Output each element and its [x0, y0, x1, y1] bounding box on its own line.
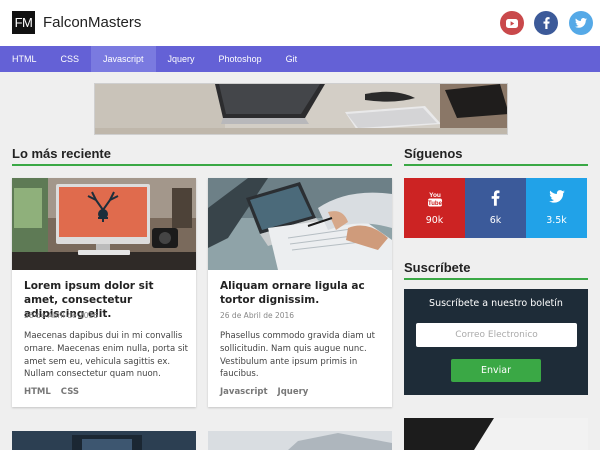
post-tag[interactable]: Javascript [220, 387, 268, 397]
nav-item-html[interactable]: HTML [0, 46, 49, 72]
follow-section-divider [404, 164, 588, 166]
logo-mark: FM [12, 11, 35, 34]
post-card[interactable]: Aliquam ornare ligula ac tortor dignissi… [208, 178, 392, 407]
site-logo[interactable]: FM FalconMasters [12, 11, 141, 34]
newsletter-box: Suscríbete a nuestro boletín Enviar [404, 289, 588, 395]
latest-section-divider [12, 164, 392, 166]
twitter-icon [526, 190, 587, 203]
post-tag[interactable]: CSS [61, 387, 79, 397]
follow-section-title: Síguenos [404, 146, 463, 161]
post-image[interactable] [12, 178, 196, 270]
post-card-partial[interactable] [12, 431, 196, 450]
post-card[interactable]: Lorem ipsum dolor sit amet, consectetur … [12, 178, 196, 407]
svg-text:Tube: Tube [428, 201, 443, 207]
nav-item-javascript[interactable]: Javascript [91, 46, 156, 72]
subscribe-section-divider [404, 278, 588, 280]
post-title[interactable]: Aliquam ornare ligula ac tortor dignissi… [220, 279, 382, 307]
post-date: 26 de Abril de 2016 [24, 311, 99, 320]
nav-item-photoshop[interactable]: Photoshop [207, 46, 274, 72]
header-twitter-icon[interactable] [569, 11, 593, 35]
post-date: 26 de Abril de 2016 [220, 311, 295, 320]
post-excerpt: Phasellus commodo gravida diam ut sollic… [220, 331, 376, 380]
newsletter-email-input[interactable] [416, 323, 577, 347]
svg-text:You: You [429, 192, 441, 199]
latest-section-title: Lo más reciente [12, 146, 111, 161]
logo-text: FalconMasters [43, 14, 142, 31]
header-youtube-icon[interactable] [500, 11, 524, 35]
nav-item-git[interactable]: Git [274, 46, 310, 72]
follow-twitter-button[interactable]: 3.5k [526, 178, 587, 238]
youtube-count: 90k [425, 215, 444, 226]
header-facebook-icon[interactable] [534, 11, 558, 35]
newsletter-heading: Suscríbete a nuestro boletín [429, 298, 563, 309]
facebook-count: 6k [489, 215, 502, 226]
post-tag[interactable]: Jquery [278, 387, 309, 397]
main-nav: HTML CSS Javascript Jquery Photoshop Git [0, 46, 600, 72]
post-tag[interactable]: HTML [24, 387, 51, 397]
site-header: FM FalconMasters [0, 0, 600, 46]
facebook-icon [465, 190, 526, 206]
post-tags: HTML CSS [24, 387, 89, 397]
post-card-partial[interactable] [208, 431, 392, 450]
follow-facebook-button[interactable]: 6k [465, 178, 526, 238]
nav-item-css[interactable]: CSS [49, 46, 92, 72]
youtube-icon: You Tube [404, 190, 465, 208]
follow-youtube-button[interactable]: You Tube 90k [404, 178, 465, 238]
nav-item-jquery[interactable]: Jquery [156, 46, 207, 72]
twitter-count: 3.5k [546, 215, 567, 226]
ad-card-partial[interactable] [404, 418, 588, 450]
newsletter-submit-button[interactable]: Enviar [451, 359, 541, 382]
post-tags: Javascript Jquery [220, 387, 318, 397]
post-excerpt: Maecenas dapibus dui in mi convallis orn… [24, 331, 189, 380]
subscribe-section-title: Suscríbete [404, 260, 471, 275]
post-image[interactable] [208, 178, 392, 270]
banner-image[interactable] [94, 83, 508, 135]
